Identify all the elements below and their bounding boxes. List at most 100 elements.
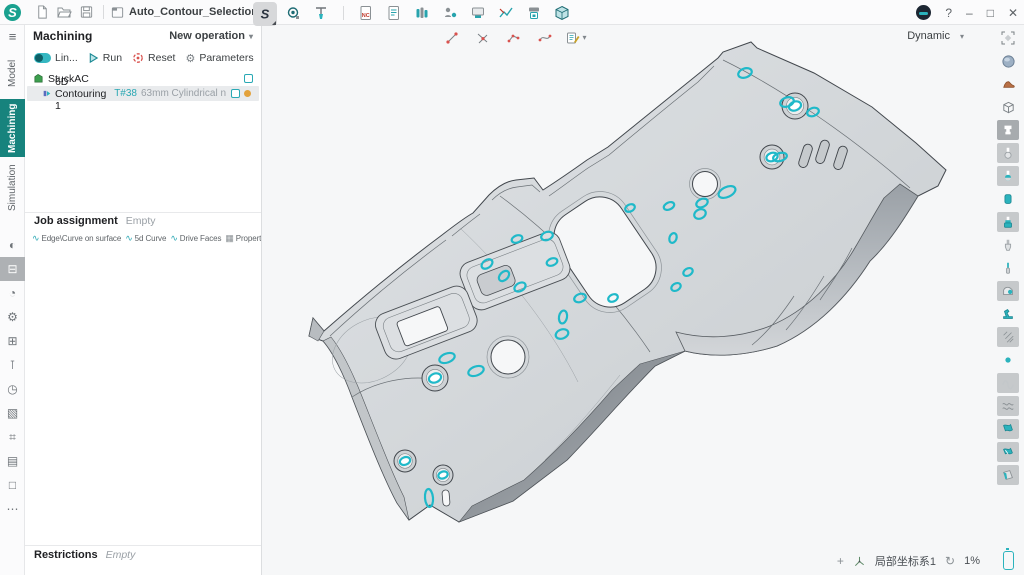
datum-icon[interactable]: ◐ [0, 233, 25, 257]
tab-model[interactable]: Model [0, 47, 25, 99]
panel-header: Machining New operation ▾ [25, 25, 261, 47]
workpiece-icon[interactable]: ⊞ [0, 329, 25, 353]
cylinder-tool-icon[interactable] [997, 189, 1019, 209]
compass-icon[interactable]: ◔ [0, 281, 25, 305]
curve-icon: ∿ [170, 233, 177, 244]
tool-icon[interactable]: ⊺ [0, 353, 25, 377]
hatch-pattern-icon[interactable] [997, 327, 1019, 347]
run-label: Run [103, 52, 122, 64]
help-button[interactable]: ? [945, 7, 952, 19]
add-coordinate-button[interactable]: + [837, 555, 844, 567]
grid-icon[interactable]: ⌗ [0, 425, 25, 449]
menu-hamburger-icon[interactable]: ≡ [0, 25, 25, 47]
machine-settings-button[interactable] [466, 2, 490, 23]
new-operation-button[interactable]: New operation ▾ [169, 30, 253, 42]
robot-arm-icon[interactable] [997, 304, 1019, 324]
intersect-select-tool[interactable] [471, 28, 495, 47]
minimize-button[interactable]: – [966, 7, 973, 19]
open-file-button[interactable] [53, 2, 75, 22]
play-icon [88, 52, 99, 64]
job-assignment-title: Job assignment [34, 215, 118, 227]
model-3d-button[interactable] [550, 2, 574, 23]
operations-wizard-button[interactable] [438, 2, 462, 23]
checkbox[interactable] [231, 89, 240, 98]
coordinate-triad-icon [853, 555, 866, 568]
battery-indicator [1003, 551, 1014, 570]
3d-viewport[interactable]: ▾ Dynamic ▾ + 局部坐标系1 ↻ 1% [262, 25, 992, 575]
tree-row-operation[interactable]: 6D Contouring 1 T#38 63mm Cylindrical n [27, 86, 259, 101]
ball-tool-gray-icon[interactable] [997, 143, 1019, 163]
machining-mode-button[interactable]: S [253, 2, 277, 26]
close-button[interactable]: ✕ [1008, 7, 1018, 19]
settings-gear-icon[interactable]: ⚙ [0, 305, 25, 329]
tool-holder-icon[interactable] [997, 120, 1019, 140]
fit-view-icon[interactable] [997, 28, 1019, 48]
sketch-tool[interactable]: ▾ [564, 28, 588, 47]
tab-simulation[interactable]: Simulation [0, 157, 25, 219]
waves-icon[interactable] [997, 396, 1019, 416]
drill-bit-icon[interactable] [997, 235, 1019, 255]
restrictions-title: Restrictions [34, 549, 98, 561]
spline-tool[interactable] [533, 28, 557, 47]
panel-toolbar: Lin... Run Reset ⚙ Parameters [25, 49, 261, 67]
time-icon[interactable]: ◷ [0, 377, 25, 401]
ball-tool-teal-icon[interactable] [997, 166, 1019, 186]
tab-machining[interactable]: Machining [0, 99, 25, 157]
reset-button[interactable]: Reset [132, 52, 175, 64]
statistics-button[interactable] [494, 2, 518, 23]
app-logo-icon: S [4, 4, 21, 21]
reset-label: Reset [148, 52, 175, 64]
surface-flag-icon[interactable] [997, 419, 1019, 439]
restrictions-header: Restrictions Empty [25, 549, 144, 561]
blank-icon[interactable]: □ [0, 473, 25, 497]
tool-library-button[interactable] [410, 2, 434, 23]
wireframe-box-icon[interactable] [997, 97, 1019, 117]
rotate-view-icon[interactable]: ↻ [945, 555, 955, 567]
setup-target-button[interactable] [281, 2, 305, 23]
save-button[interactable] [75, 2, 97, 22]
tool-setup-button[interactable] [309, 2, 333, 23]
reset-icon [132, 52, 144, 64]
more-icon[interactable]: ⋯ [0, 497, 25, 521]
view-mode-dropdown[interactable]: Dynamic ▾ [907, 30, 964, 42]
printer-icon[interactable]: ▤ [0, 449, 25, 473]
right-toolbar [992, 25, 1024, 575]
surface-flag2-icon[interactable] [997, 442, 1019, 462]
machining-panel: Machining New operation ▾ Lin... Run Res… [25, 25, 262, 575]
coordinate-system-label[interactable]: 局部坐标系1 [875, 553, 936, 569]
surface-partial-icon[interactable] [997, 465, 1019, 485]
action-label: Properties [236, 234, 261, 243]
action-label: Edge\Curve on surface [41, 234, 121, 243]
linked-toggle[interactable]: Lin... [34, 52, 78, 64]
small-bit-icon[interactable] [997, 258, 1019, 278]
material-shoe-icon[interactable] [997, 74, 1019, 94]
layers-icon[interactable]: ▧ [0, 401, 25, 425]
drive-faces-button[interactable]: ∿ Drive Faces [170, 233, 221, 244]
shaded-sphere-icon[interactable] [997, 51, 1019, 71]
edge-curve-on-surface-button[interactable]: ∿ Edge\Curve on surface [32, 233, 121, 244]
divider [25, 212, 261, 213]
simulation-machine-icon[interactable] [997, 281, 1019, 301]
properties-icon: ▦ [225, 233, 233, 244]
run-button[interactable]: Run [88, 52, 122, 64]
nc-program-button[interactable]: NC [354, 2, 378, 23]
tool-assembly-icon[interactable] [997, 212, 1019, 232]
properties-button[interactable]: ▦ Properties [225, 233, 261, 244]
machine-setup-icon[interactable]: ⊟ [0, 257, 25, 281]
divider [25, 545, 261, 546]
maximize-button[interactable]: □ [987, 7, 994, 19]
print-3d-button[interactable] [522, 2, 546, 23]
parameters-button[interactable]: ⚙ Parameters [185, 52, 253, 65]
new-file-button[interactable] [31, 2, 53, 22]
documentation-button[interactable] [382, 2, 406, 23]
cad-model[interactable] [262, 25, 992, 575]
line-segment-tool[interactable] [440, 28, 464, 47]
checkbox[interactable] [244, 74, 253, 83]
5d-curve-button[interactable]: ∿ 5d Curve [125, 233, 166, 244]
polyline-tool[interactable] [502, 28, 526, 47]
window-controls: ? – □ ✕ [916, 0, 1018, 25]
curve-disabled-icon[interactable] [997, 373, 1019, 393]
point-icon[interactable] [997, 350, 1019, 370]
divider [343, 6, 344, 20]
user-avatar[interactable] [916, 5, 931, 20]
